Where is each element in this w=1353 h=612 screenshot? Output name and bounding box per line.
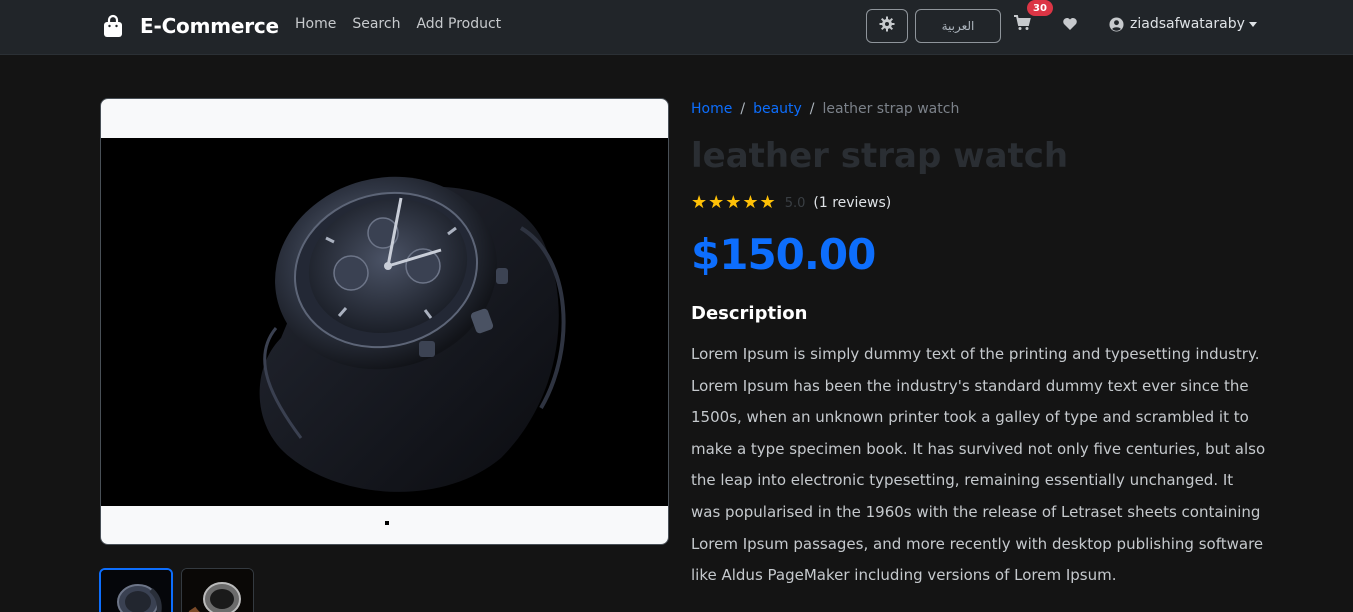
thumbnail-2[interactable]: [181, 568, 254, 612]
user-circle-icon: [1109, 16, 1124, 32]
product-rating: ★★★★★ 5.0 (1 reviews): [691, 194, 891, 212]
breadcrumb: Home / beauty / leather strap watch: [691, 101, 959, 117]
theme-toggle-button[interactable]: [866, 9, 908, 43]
user-menu-dropdown[interactable]: ziadsafwataraby: [1109, 16, 1257, 32]
brand-name: E-Commerce: [140, 14, 279, 38]
brand-link[interactable]: E-Commerce: [102, 12, 279, 40]
thumbnail-1[interactable]: [99, 568, 173, 612]
nav-link-add-product[interactable]: Add Product: [416, 16, 501, 32]
shopping-bag-icon: [102, 14, 124, 38]
star-icon: ★★★★★: [691, 192, 777, 213]
language-button[interactable]: العربية: [915, 9, 1001, 43]
product-image-carousel: [100, 98, 669, 545]
product-price: $150.00: [691, 230, 876, 279]
description-heading: Description: [691, 303, 808, 324]
product-title: leather strap watch: [691, 136, 1069, 176]
chevron-down-icon: [1248, 21, 1257, 27]
nav-link-search[interactable]: Search: [352, 16, 400, 32]
nav-link-home[interactable]: Home: [295, 16, 336, 32]
product-description: Lorem Ipsum is simply dummy text of the …: [691, 345, 1266, 585]
breadcrumb-separator: /: [809, 101, 815, 117]
carousel-indicator[interactable]: [385, 521, 389, 525]
breadcrumb-current: leather strap watch: [822, 101, 960, 117]
cart-count-badge: 30: [1027, 0, 1053, 16]
gear-icon: [879, 16, 895, 36]
username: ziadsafwataraby: [1130, 16, 1245, 32]
wishlist-link[interactable]: [1062, 16, 1080, 34]
heart-icon: [1062, 17, 1078, 36]
top-navbar: E-Commerce Home Search Add Product العرب…: [0, 0, 1353, 55]
reviews-count[interactable]: (1 reviews): [813, 195, 891, 211]
cart-icon: [1013, 15, 1031, 36]
product-image[interactable]: [101, 138, 668, 506]
image-thumbnails: [99, 568, 262, 612]
breadcrumb-separator: /: [740, 101, 746, 117]
breadcrumb-home[interactable]: Home: [691, 101, 732, 117]
rating-value: 5.0: [784, 195, 806, 211]
cart-link[interactable]: [1013, 14, 1035, 38]
nav-links: Home Search Add Product: [295, 16, 517, 32]
breadcrumb-category[interactable]: beauty: [753, 101, 802, 117]
